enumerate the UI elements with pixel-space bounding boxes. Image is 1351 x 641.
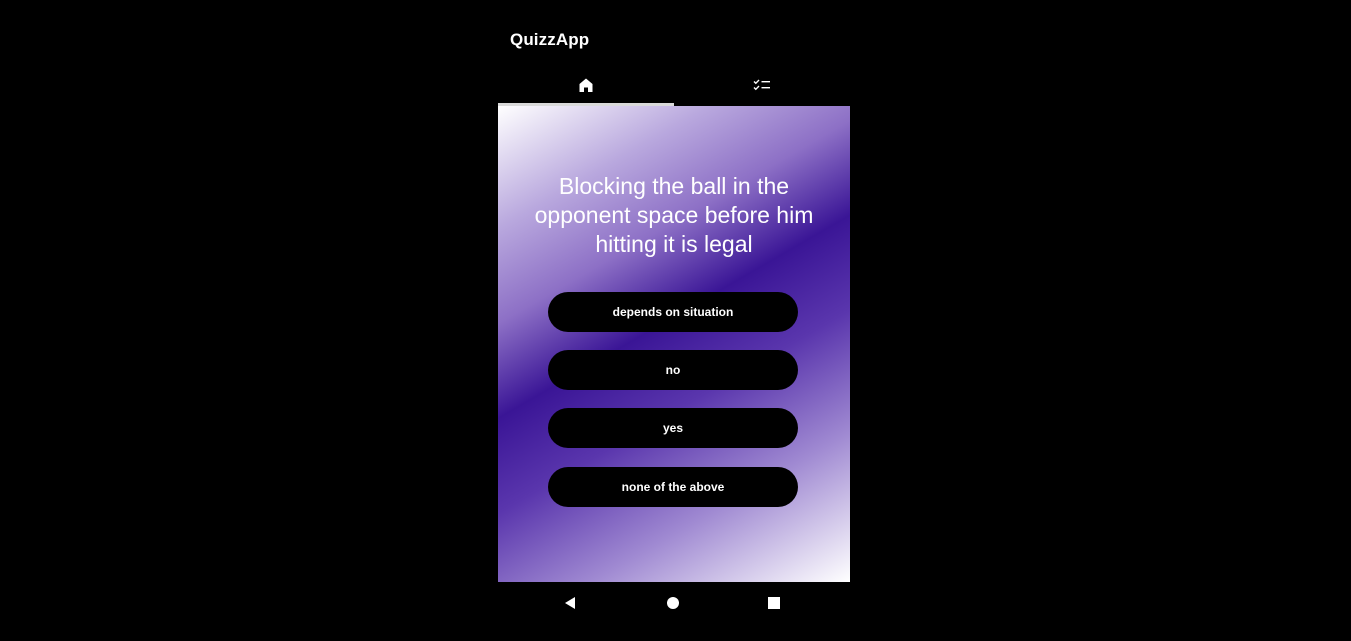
quiz-panel: Blocking the ball in the opponent space … (498, 106, 850, 582)
recents-icon[interactable] (766, 595, 782, 611)
phone-frame: QuizzApp Blocking the ball in the oppone… (498, 0, 850, 641)
system-nav-bar (498, 582, 850, 624)
home-icon (578, 77, 594, 93)
home-circle-icon[interactable] (665, 595, 681, 611)
tab-home[interactable] (498, 64, 674, 106)
checklist-icon (753, 78, 771, 92)
tab-results[interactable] (674, 64, 850, 106)
back-icon[interactable] (562, 595, 578, 611)
tab-bar (498, 64, 850, 106)
answer-button[interactable]: none of the above (548, 467, 798, 507)
answer-button[interactable]: yes (548, 408, 798, 448)
answer-button[interactable]: depends on situation (548, 292, 798, 332)
question-text: Blocking the ball in the opponent space … (534, 173, 814, 257)
app-title: QuizzApp (510, 30, 590, 49)
answer-button[interactable]: no (548, 350, 798, 390)
screen: QuizzApp Blocking the ball in the oppone… (0, 0, 1351, 641)
